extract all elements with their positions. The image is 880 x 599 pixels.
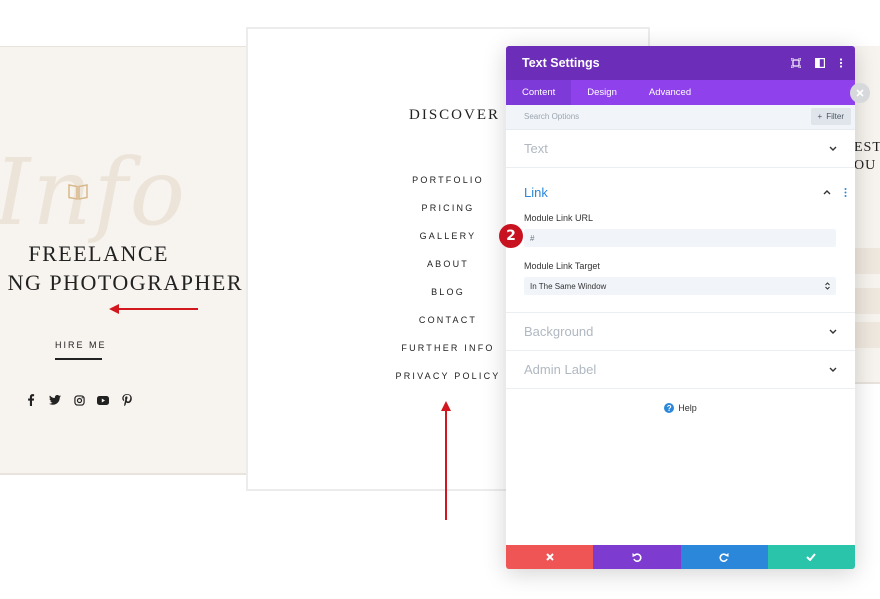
headline-line-2: NG PHOTOGRAPHER: [7, 270, 243, 295]
arrow-up-icon: [441, 401, 451, 520]
help-link[interactable]: ? Help: [506, 403, 855, 413]
section-background-title: Background: [524, 324, 594, 339]
right-card-text-2: OU: [854, 158, 877, 173]
section-text[interactable]: Text: [506, 130, 855, 168]
social-icons: [24, 393, 134, 407]
section-options-icon[interactable]: [844, 188, 847, 197]
expand-icon[interactable]: [790, 55, 802, 73]
book-icon: [68, 183, 88, 206]
tab-advanced[interactable]: Advanced: [633, 80, 707, 105]
undo-icon: [632, 553, 642, 562]
module-link-target-select[interactable]: In The Same Window: [524, 277, 836, 295]
section-admin-label[interactable]: Admin Label: [506, 351, 855, 389]
right-card-block-2: [852, 288, 880, 314]
chevron-up-icon[interactable]: [823, 189, 831, 195]
twitter-icon[interactable]: [48, 393, 62, 407]
facebook-icon[interactable]: [24, 393, 38, 407]
more-options-icon[interactable]: [839, 55, 843, 73]
help-label: Help: [678, 403, 697, 413]
hire-me-link[interactable]: HIRE ME: [55, 340, 107, 350]
arrow-left-icon: [109, 304, 198, 314]
discover-title: DISCOVER: [409, 107, 501, 123]
help-icon: ?: [664, 403, 675, 413]
instagram-icon[interactable]: [72, 393, 86, 407]
search-options-bar[interactable]: Search Options + Filter: [506, 105, 855, 130]
right-card-block-1: [852, 248, 880, 274]
section-background[interactable]: Background: [506, 313, 855, 351]
module-link-url-label: Module Link URL: [524, 213, 594, 223]
cancel-button[interactable]: [506, 545, 594, 569]
filter-button[interactable]: + Filter: [810, 108, 851, 125]
check-icon: [806, 553, 817, 561]
close-overlay-icon[interactable]: [850, 83, 870, 103]
step-number-badge: 2: [499, 224, 523, 248]
plus-icon: +: [817, 112, 823, 121]
left-hero-card: Info FREELANCE NG PHOTOGRAPHER HIRE ME: [0, 46, 246, 475]
tab-design[interactable]: Design: [571, 80, 633, 105]
filter-label: Filter: [826, 112, 844, 121]
section-link: Link Module Link URL # Module Link Targe…: [506, 168, 855, 313]
section-text-title: Text: [524, 141, 548, 156]
chevron-down-icon: [829, 329, 837, 334]
chevron-down-icon: [829, 146, 837, 151]
close-icon: [545, 553, 554, 561]
info-script-text: Info: [0, 139, 188, 246]
module-link-target-label: Module Link Target: [524, 261, 600, 271]
chevron-down-icon: [829, 367, 837, 372]
text-settings-modal: Text Settings Content Design Advanced Se…: [506, 46, 855, 569]
right-card-text-1: EST: [854, 140, 880, 155]
split-view-icon[interactable]: [815, 55, 826, 73]
modal-header: Text Settings: [506, 46, 855, 80]
headline-line-1: FREELANCE: [28, 241, 169, 266]
search-options-input[interactable]: Search Options: [524, 112, 579, 121]
right-card-block-3: [852, 322, 880, 348]
hire-me-underline: [55, 358, 102, 360]
section-admin-label-title: Admin Label: [524, 362, 597, 377]
redo-icon: [719, 553, 729, 562]
select-arrows-icon: [825, 282, 830, 290]
redo-button[interactable]: [680, 545, 768, 569]
tab-content[interactable]: Content: [506, 80, 572, 105]
save-button[interactable]: [767, 545, 855, 569]
modal-footer: [506, 545, 855, 569]
youtube-icon[interactable]: [96, 393, 110, 407]
module-link-url-input[interactable]: #: [524, 229, 836, 247]
module-link-target-value: In The Same Window: [530, 281, 607, 291]
modal-tabs: Content Design Advanced: [506, 80, 855, 105]
undo-button[interactable]: [593, 545, 681, 569]
pinterest-icon[interactable]: [120, 393, 134, 407]
section-link-title[interactable]: Link: [524, 185, 548, 200]
modal-title: Text Settings: [522, 56, 600, 70]
